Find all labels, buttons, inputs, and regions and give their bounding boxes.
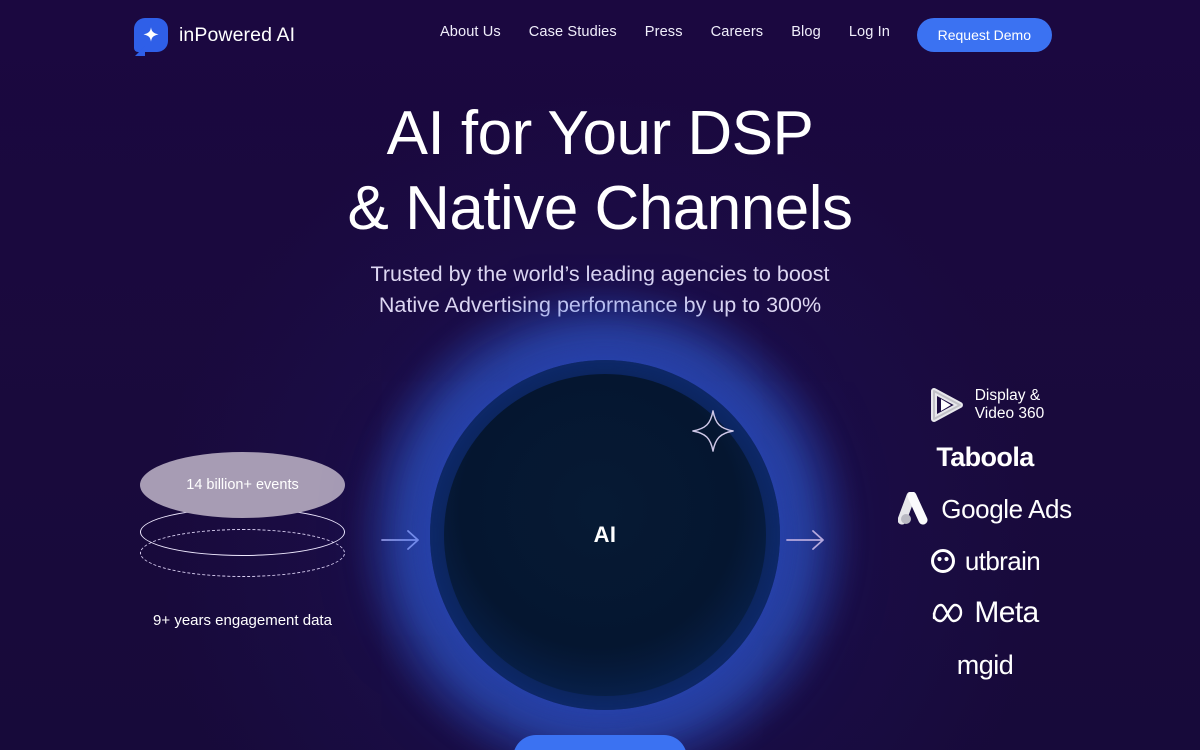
partner-outbrain: utbrain xyxy=(930,541,1041,581)
nav-item-press[interactable]: Press xyxy=(631,24,697,40)
partner-mgid: mgid xyxy=(957,645,1014,685)
data-cylinder-graphic: 14 billion+ events xyxy=(140,452,345,577)
partner-label-line-1: Display & xyxy=(974,387,1041,404)
cylinder-caption: 9+ years engagement data xyxy=(153,612,332,629)
nav-item-careers[interactable]: Careers xyxy=(697,24,778,40)
brand-logo[interactable]: inPowered AI xyxy=(134,18,295,52)
page-title: AI for Your DSP & Native Channels xyxy=(0,96,1200,246)
hero-request-demo-button[interactable]: Request Demo xyxy=(513,735,687,750)
ai-orb-graphic: AI xyxy=(360,290,850,750)
nav-item-blog[interactable]: Blog xyxy=(777,24,835,40)
partner-label-line-2: Video 360 xyxy=(974,405,1045,422)
display-video-360-icon xyxy=(926,386,966,424)
sparkle-chat-bubble-icon xyxy=(134,18,168,52)
partner-label: Display & Video 360 xyxy=(975,387,1045,423)
partner-logo-list: Display & Video 360 Taboola Google Ads u… xyxy=(885,385,1085,685)
partner-google-ads: Google Ads xyxy=(898,489,1072,529)
site-header: inPowered AI About Us Case Studies Press… xyxy=(0,0,1200,70)
partner-display-video-360: Display & Video 360 xyxy=(926,385,1045,425)
nav-item-about-us[interactable]: About Us xyxy=(426,24,515,40)
page-subtitle-line-1: Trusted by the world’s leading agencies … xyxy=(370,262,830,286)
partner-taboola: Taboola xyxy=(936,437,1034,477)
nav-item-case-studies[interactable]: Case Studies xyxy=(515,24,631,40)
brand-name: inPowered AI xyxy=(179,23,296,46)
partner-label: Meta xyxy=(974,596,1039,629)
page-title-line-2: & Native Channels xyxy=(347,174,854,243)
meta-infinity-icon xyxy=(931,601,965,625)
landing-page: inPowered AI About Us Case Studies Press… xyxy=(0,0,1200,750)
page-title-line-1: AI for Your DSP xyxy=(386,99,814,168)
partner-label: utbrain xyxy=(964,545,1041,576)
google-ads-icon xyxy=(898,492,932,526)
mgid-icon: mgid xyxy=(956,649,1014,680)
request-demo-button[interactable]: Request Demo xyxy=(916,18,1052,52)
partner-label: Google Ads xyxy=(941,493,1072,524)
nav-item-log-in[interactable]: Log In xyxy=(835,24,904,40)
partner-meta: Meta xyxy=(931,593,1039,633)
cylinder-top-disc: 14 billion+ events xyxy=(140,452,345,518)
outbrain-icon xyxy=(930,548,956,574)
taboola-icon: Taboola xyxy=(936,441,1034,472)
main-navigation: About Us Case Studies Press Careers Blog… xyxy=(426,24,904,40)
arrow-right-icon-right xyxy=(785,528,827,552)
four-point-star-icon xyxy=(690,408,736,454)
cylinder-disc-label: 14 billion+ events xyxy=(186,477,299,493)
